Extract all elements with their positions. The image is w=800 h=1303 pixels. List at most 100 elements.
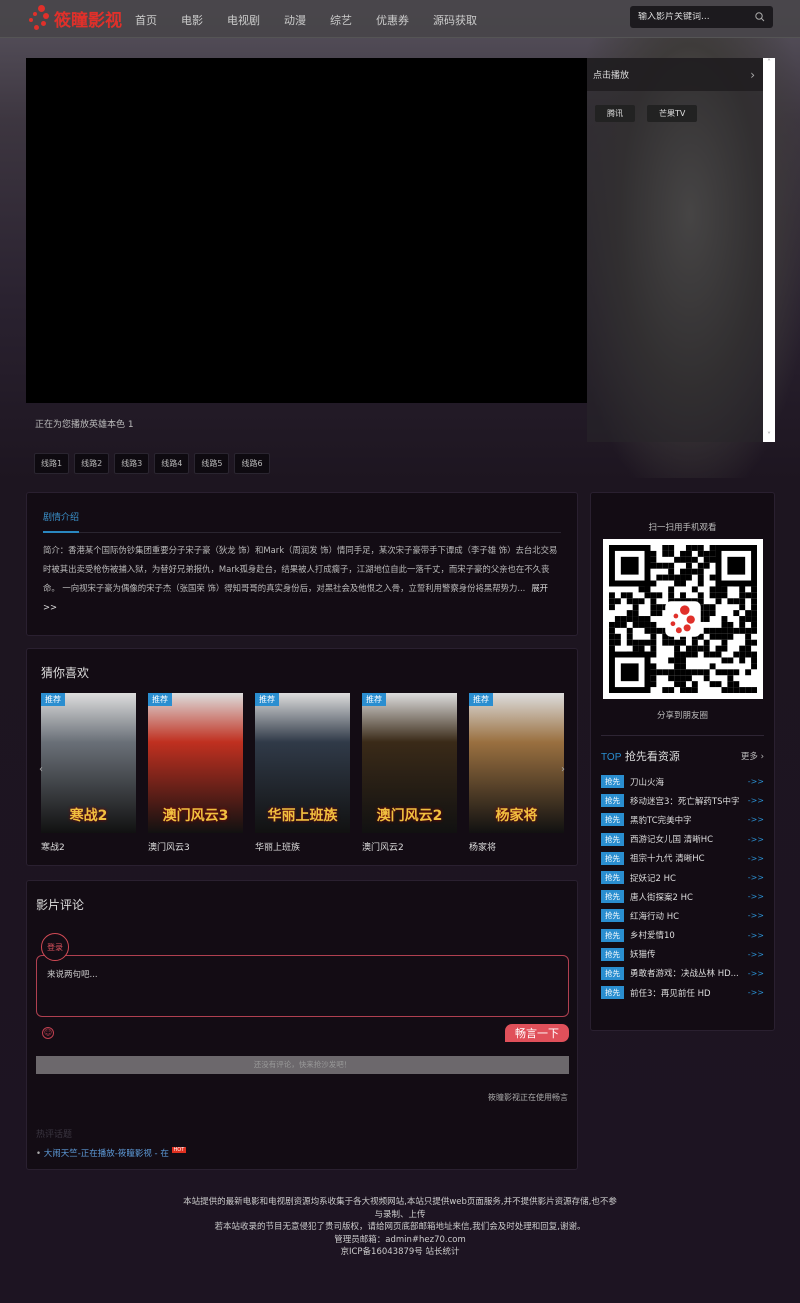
line-button[interactable]: 线路3 (114, 453, 150, 474)
movie-title[interactable]: 澳门风云3 (148, 840, 243, 853)
item-title[interactable]: 前任3：再见前任 HD (630, 987, 745, 999)
video-player[interactable] (26, 58, 587, 403)
movie-title[interactable]: 寒战2 (41, 840, 136, 853)
top-list-item[interactable]: 抢先 祖宗十九代 清晰HC ->> (601, 849, 764, 868)
movie-title[interactable]: 杨家将 (469, 840, 564, 853)
search-input[interactable] (638, 12, 748, 22)
top-list-item[interactable]: 抢先 前任3：再见前任 HD ->> (601, 983, 764, 1002)
go-link[interactable]: ->> (748, 950, 764, 959)
search-icon[interactable] (755, 12, 765, 22)
go-link[interactable]: ->> (748, 796, 764, 805)
item-title[interactable]: 移动迷宫3：死亡解药TS中字 (630, 795, 745, 807)
top-list-item[interactable]: 抢先 妖猫传 ->> (601, 945, 764, 964)
chevron-right-icon[interactable]: › (750, 68, 755, 82)
share-moments-link[interactable]: 分享到朋友圈 (601, 709, 764, 721)
item-title[interactable]: 刀山火海 (630, 776, 745, 788)
item-title[interactable]: 祖宗十九代 清晰HC (630, 852, 745, 864)
top-list-item[interactable]: 抢先 移动迷宫3：死亡解药TS中字 ->> (601, 791, 764, 810)
panel-title[interactable]: 点击播放 (593, 68, 629, 81)
search-box (630, 6, 773, 28)
nav-movies[interactable]: 电影 (181, 12, 203, 28)
main-nav: 首页 电影 电视剧 动漫 综艺 优惠券 源码获取 (135, 12, 501, 28)
recommend-badge: 推荐 (148, 693, 172, 706)
more-link[interactable]: 更多 › (741, 750, 764, 762)
scroll-up-icon[interactable]: ˄ (763, 58, 775, 67)
early-badge: 抢先 (601, 851, 624, 865)
movie-card[interactable]: 推荐 寒战2 寒战2 (41, 693, 136, 853)
movie-title[interactable]: 澳门风云2 (362, 840, 457, 853)
emoji-icon[interactable]: ☺ (42, 1027, 54, 1039)
nav-variety[interactable]: 综艺 (330, 12, 352, 28)
early-badge: 抢先 (601, 832, 624, 846)
source-tab-tencent[interactable]: 腾讯 (595, 105, 635, 122)
movie-poster[interactable]: 推荐 寒战2 (41, 693, 136, 833)
scroll-down-icon[interactable]: ˅ (763, 431, 775, 440)
item-title[interactable]: 妖猫传 (630, 948, 745, 960)
go-link[interactable]: ->> (748, 988, 764, 997)
logo[interactable]: 筱瞳影视 (28, 5, 122, 31)
top-list-item[interactable]: 抢先 唐人街探案2 HC ->> (601, 887, 764, 906)
movie-card[interactable]: 推荐 华丽上班族 华丽上班族 (255, 693, 350, 853)
movie-title[interactable]: 华丽上班族 (255, 840, 350, 853)
poster-caption: 寒战2 (69, 808, 108, 824)
movie-poster[interactable]: 推荐 澳门风云3 (148, 693, 243, 833)
nav-source-code[interactable]: 源码获取 (433, 12, 477, 28)
line-button[interactable]: 线路4 (154, 453, 190, 474)
source-tab-mango[interactable]: 芒果TV (647, 105, 698, 122)
top-list-item[interactable]: 抢先 捉妖记2 HC ->> (601, 868, 764, 887)
line-button[interactable]: 线路1 (34, 453, 70, 474)
item-title[interactable]: 唐人街探案2 HC (630, 891, 745, 903)
tab-plot[interactable]: 剧情介绍 (43, 493, 80, 533)
prev-arrow-icon[interactable]: ‹ (39, 764, 43, 775)
item-title[interactable]: 红海行动 HC (630, 910, 745, 922)
episode-panel: 点击播放 › 腾讯 芒果TV (587, 58, 763, 442)
top-list-item[interactable]: 抢先 勇敢者游戏：决战丛林 HD... ->> (601, 964, 764, 983)
movie-card[interactable]: 推荐 杨家将 杨家将 (469, 693, 564, 853)
poster-caption: 华丽上班族 (267, 808, 338, 824)
next-arrow-icon[interactable]: › (561, 764, 565, 775)
top-list-item[interactable]: 抢先 刀山火海 ->> (601, 772, 764, 791)
top-list-item[interactable]: 抢先 红海行动 HC ->> (601, 906, 764, 925)
go-link[interactable]: ->> (748, 931, 764, 940)
icp-record[interactable]: 京ICP备16043879号 站长统计 (180, 1246, 620, 1259)
top-list-item[interactable]: 抢先 黑豹TC完美中字 ->> (601, 810, 764, 829)
top-list-item[interactable]: 抢先 西游记女儿国 清晰HC ->> (601, 830, 764, 849)
go-link[interactable]: ->> (748, 777, 764, 786)
login-button[interactable]: 登录 (41, 933, 69, 961)
top-list-item[interactable]: 抢先 乡村爱情10 ->> (601, 926, 764, 945)
nav-home[interactable]: 首页 (135, 12, 157, 28)
go-link[interactable]: ->> (748, 911, 764, 920)
line-button[interactable]: 线路2 (74, 453, 110, 474)
go-link[interactable]: ->> (748, 969, 764, 978)
item-title[interactable]: 西游记女儿国 清晰HC (630, 833, 745, 845)
item-title[interactable]: 乡村爱情10 (630, 929, 745, 941)
logo-text: 筱瞳影视 (54, 10, 122, 31)
go-link[interactable]: ->> (748, 815, 764, 824)
hot-topic-link[interactable]: • 大闹天竺-正在播放-筱瞳影视 - 在 HOT (36, 1147, 187, 1159)
go-link[interactable]: ->> (748, 854, 764, 863)
item-title[interactable]: 勇敢者游戏：决战丛林 HD... (630, 967, 745, 979)
go-link[interactable]: ->> (748, 835, 764, 844)
line-button[interactable]: 线路6 (234, 453, 270, 474)
scrollbar[interactable]: ˄ ˅ (763, 58, 775, 442)
nav-tv[interactable]: 电视剧 (227, 12, 260, 28)
movie-poster[interactable]: 推荐 澳门风云2 (362, 693, 457, 833)
line-button[interactable]: 线路5 (194, 453, 230, 474)
movie-card[interactable]: 推荐 澳门风云3 澳门风云3 (148, 693, 243, 853)
item-title[interactable]: 捉妖记2 HC (630, 872, 745, 884)
hot-badge: HOT (171, 1147, 187, 1153)
submit-comment-button[interactable]: 畅言一下 (505, 1024, 569, 1042)
hot-topic-label: 大闹天竺-正在播放-筱瞳影视 - 在 (43, 1149, 169, 1159)
movie-poster[interactable]: 推荐 杨家将 (469, 693, 564, 833)
copyright-notice: 若本站收录的节目无意侵犯了贵司版权，请给网页底部邮箱地址来信,我们会及时处理和回… (214, 1222, 586, 1232)
recommend-badge: 推荐 (255, 693, 279, 706)
movie-poster[interactable]: 推荐华丽上班族 (255, 693, 350, 833)
comment-input[interactable]: 来说两句吧... (36, 955, 569, 1017)
go-link[interactable]: ->> (748, 892, 764, 901)
nav-anime[interactable]: 动漫 (284, 12, 306, 28)
early-badge: 抢先 (601, 813, 624, 827)
movie-card[interactable]: 推荐 澳门风云2 澳门风云2 (362, 693, 457, 853)
item-title[interactable]: 黑豹TC完美中字 (630, 814, 745, 826)
nav-coupons[interactable]: 优惠券 (376, 12, 409, 28)
go-link[interactable]: ->> (748, 873, 764, 882)
